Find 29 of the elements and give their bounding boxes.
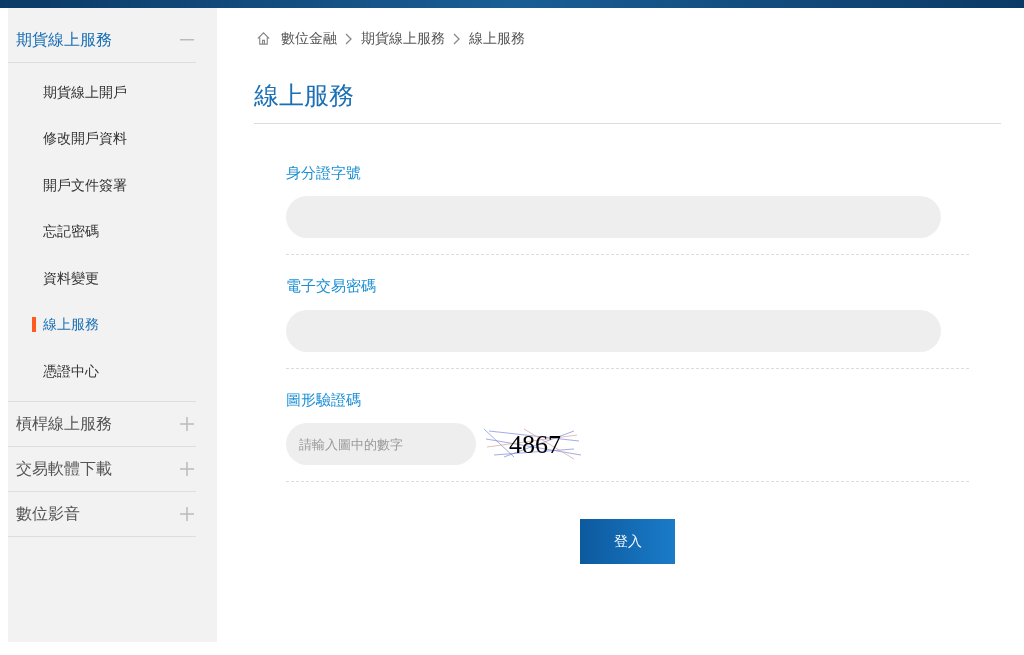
login-button[interactable]: 登入	[580, 519, 675, 564]
chevron-icon	[453, 32, 461, 45]
breadcrumb-link[interactable]: 數位金融	[281, 28, 337, 49]
field-label: 圖形驗證碼	[286, 389, 362, 410]
breadcrumb-link[interactable]: 線上服務	[469, 28, 525, 49]
field-label: 電子交易密碼	[286, 276, 377, 296]
sidebar-item[interactable]: 期貨線上開戶	[43, 81, 127, 103]
field-label: 身分證字號	[286, 162, 362, 183]
plus-icon	[180, 461, 194, 476]
sidebar-item[interactable]: 開戶文件簽署	[43, 174, 127, 196]
active-marker	[32, 317, 36, 333]
sidebar-section[interactable]: 交易軟體下載	[8, 446, 196, 491]
sidebar-section[interactable]: 數位影音	[8, 491, 196, 536]
plus-icon	[180, 506, 194, 521]
sidebar-item[interactable]: 憑證中心	[43, 360, 99, 382]
captcha-field[interactable]: 請輸入圖中的數字	[286, 423, 476, 465]
breadcrumb-link[interactable]: 期貨線上服務	[361, 28, 445, 49]
captcha-image: 4867	[484, 427, 586, 461]
sidebar-section[interactable]: 期貨線上服務	[8, 18, 196, 62]
sidebar-item[interactable]: 忘記密碼	[43, 221, 99, 243]
page-title: 線上服務	[254, 77, 1001, 124]
minus-icon	[180, 39, 194, 41]
plus-icon	[180, 416, 194, 431]
sidebar-section[interactable]: 槓桿線上服務	[8, 401, 196, 446]
sidebar-item[interactable]: 資料變更	[43, 267, 99, 289]
sidebar-item[interactable]: 修改開戶資料	[43, 128, 127, 150]
home-icon	[256, 31, 271, 46]
chevron-icon	[345, 32, 353, 45]
sidebar-item[interactable]: 線上服務	[43, 314, 99, 336]
